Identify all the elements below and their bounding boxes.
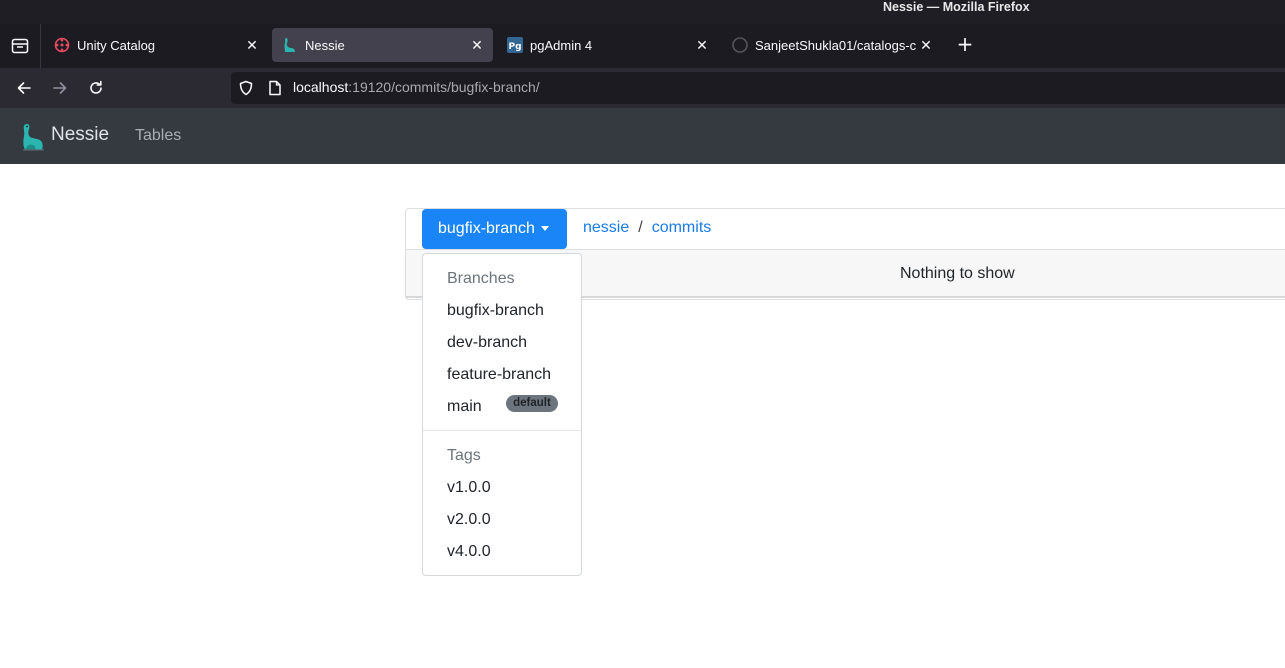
forward-button[interactable] xyxy=(47,75,73,101)
empty-state-message: Nothing to show xyxy=(900,265,1015,282)
nav-link-tables[interactable]: Tables xyxy=(135,127,181,145)
tab-list-icon xyxy=(11,38,29,54)
arrow-right-icon xyxy=(53,82,67,94)
app-navbar: Nessie Tables xyxy=(0,108,1285,164)
tab-label: SanjeetShukla01/catalogs-c xyxy=(755,37,916,53)
close-icon[interactable]: ✕ xyxy=(916,35,936,55)
tab-nessie[interactable]: Nessie ✕ xyxy=(272,28,493,62)
navigation-toolbar: localhost:19120/commits/bugfix-branch/ xyxy=(0,68,1285,108)
caret-down-icon xyxy=(540,225,549,231)
default-badge: default xyxy=(506,395,558,412)
address-bar[interactable]: localhost:19120/commits/bugfix-branch/ xyxy=(231,72,1285,104)
github-icon xyxy=(732,37,748,53)
shield-icon[interactable] xyxy=(238,80,254,96)
dropdown-item-branch[interactable]: bugfix-branch xyxy=(447,302,544,320)
arrow-left-icon xyxy=(17,82,31,94)
page-icon[interactable] xyxy=(268,80,282,96)
new-tab-button[interactable]: + xyxy=(954,34,976,56)
close-icon[interactable]: ✕ xyxy=(242,35,262,55)
branch-select-button[interactable]: bugfix-branch xyxy=(422,209,567,249)
tab-unity-catalog[interactable]: Unity Catalog ✕ xyxy=(44,28,268,62)
dropdown-item-branch[interactable]: dev-branch xyxy=(447,334,527,352)
dropdown-item-tag[interactable]: v4.0.0 xyxy=(447,543,491,561)
dropdown-divider xyxy=(423,430,581,431)
close-icon[interactable]: ✕ xyxy=(692,35,712,55)
pgadmin-icon: Pg xyxy=(507,37,523,53)
tab-label: Unity Catalog xyxy=(77,37,156,53)
tab-label: pgAdmin 4 xyxy=(530,37,593,53)
tab-label: Nessie xyxy=(305,37,345,53)
dropdown-header-tags: Tags xyxy=(447,447,481,464)
branch-dropdown-menu: Branches bugfix-branch dev-branch featur… xyxy=(422,253,582,576)
list-all-tabs-button[interactable] xyxy=(0,24,41,68)
branch-select-label: bugfix-branch xyxy=(438,220,535,237)
reload-icon xyxy=(90,80,102,94)
url-host: localhost xyxy=(293,79,349,95)
tab-strip: Unity Catalog ✕ Nessie ✕ Pg pgAdmin 4 ✕ … xyxy=(0,24,1285,68)
brand-name[interactable]: Nessie xyxy=(51,124,109,146)
tab-pgadmin[interactable]: Pg pgAdmin 4 ✕ xyxy=(497,28,718,62)
svg-text:Pg: Pg xyxy=(508,42,521,52)
dropdown-header-branches: Branches xyxy=(447,270,515,287)
dropdown-item-tag[interactable]: v2.0.0 xyxy=(447,511,491,529)
dropdown-item-branch[interactable]: main xyxy=(447,398,482,416)
reload-button[interactable] xyxy=(83,75,109,101)
url-path: :19120/commits/bugfix-branch/ xyxy=(348,79,540,95)
breadcrumb-repo-link[interactable]: nessie xyxy=(583,219,629,236)
unity-catalog-icon xyxy=(54,37,70,53)
breadcrumb-commits-link[interactable]: commits xyxy=(652,219,712,236)
breadcrumb-separator: / xyxy=(638,219,643,236)
dropdown-item-branch[interactable]: feature-branch xyxy=(447,366,551,384)
tab-github[interactable]: SanjeetShukla01/catalogs-c ✕ xyxy=(722,28,942,62)
url-text[interactable]: localhost:19120/commits/bugfix-branch/ xyxy=(293,79,540,95)
nessie-icon xyxy=(282,37,298,53)
dropdown-item-tag[interactable]: v1.0.0 xyxy=(447,479,491,497)
nessie-logo-icon[interactable] xyxy=(20,122,46,152)
breadcrumb: nessie / commits xyxy=(583,219,711,237)
window-title: Nessie — Mozilla Firefox xyxy=(883,0,1030,14)
back-button[interactable] xyxy=(11,75,37,101)
close-icon[interactable]: ✕ xyxy=(467,35,487,55)
window-titlebar: Nessie — Mozilla Firefox xyxy=(0,0,1285,24)
